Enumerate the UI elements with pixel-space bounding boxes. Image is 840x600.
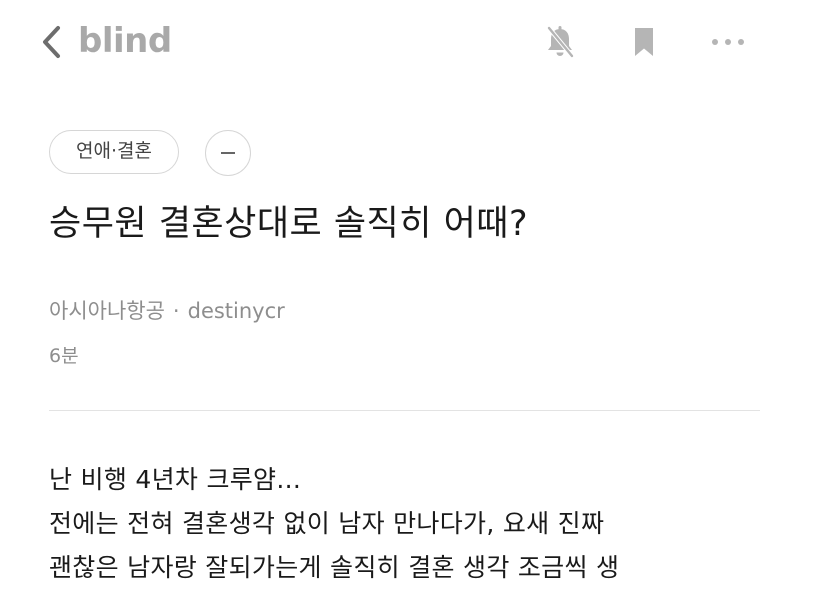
post-meta: 아시아나항공 · destinycr [49,295,285,327]
post-title: 승무원 결혼상대로 솔직히 어때? [49,204,529,244]
meta-separator: · [172,299,180,323]
body-line: 난 비행 4년차 크루얌... [49,465,302,494]
more-icon [712,39,744,45]
category-chip[interactable]: 연애·결혼 [49,130,179,174]
chevron-left-icon [43,26,60,58]
company-name[interactable]: 아시아나항공 [49,299,165,323]
category-collapse-button[interactable] [205,130,251,176]
notification-button[interactable] [538,20,582,64]
divider [49,410,760,411]
back-button[interactable] [34,20,70,64]
bell-off-icon [547,26,574,58]
more-options-button[interactable] [706,20,750,64]
top-bar: blind [0,0,840,84]
blind-logo: blind [78,21,172,61]
author-name[interactable]: destinycr [188,299,285,323]
bookmark-icon [635,28,653,56]
body-line: 괜찮은 남자랑 잘되가는게 솔직히 결혼 생각 조금씩 생 [49,553,620,582]
minus-icon [221,152,235,154]
bookmark-button[interactable] [622,20,666,64]
post-time: 6분 [49,345,79,367]
body-line: 전에는 전혀 결혼생각 없이 남자 만나다가, 요새 진짜 [49,509,605,538]
post-body: 난 비행 4년차 크루얌... 전에는 전혀 결혼생각 없이 남자 만나다가, … [49,458,809,590]
